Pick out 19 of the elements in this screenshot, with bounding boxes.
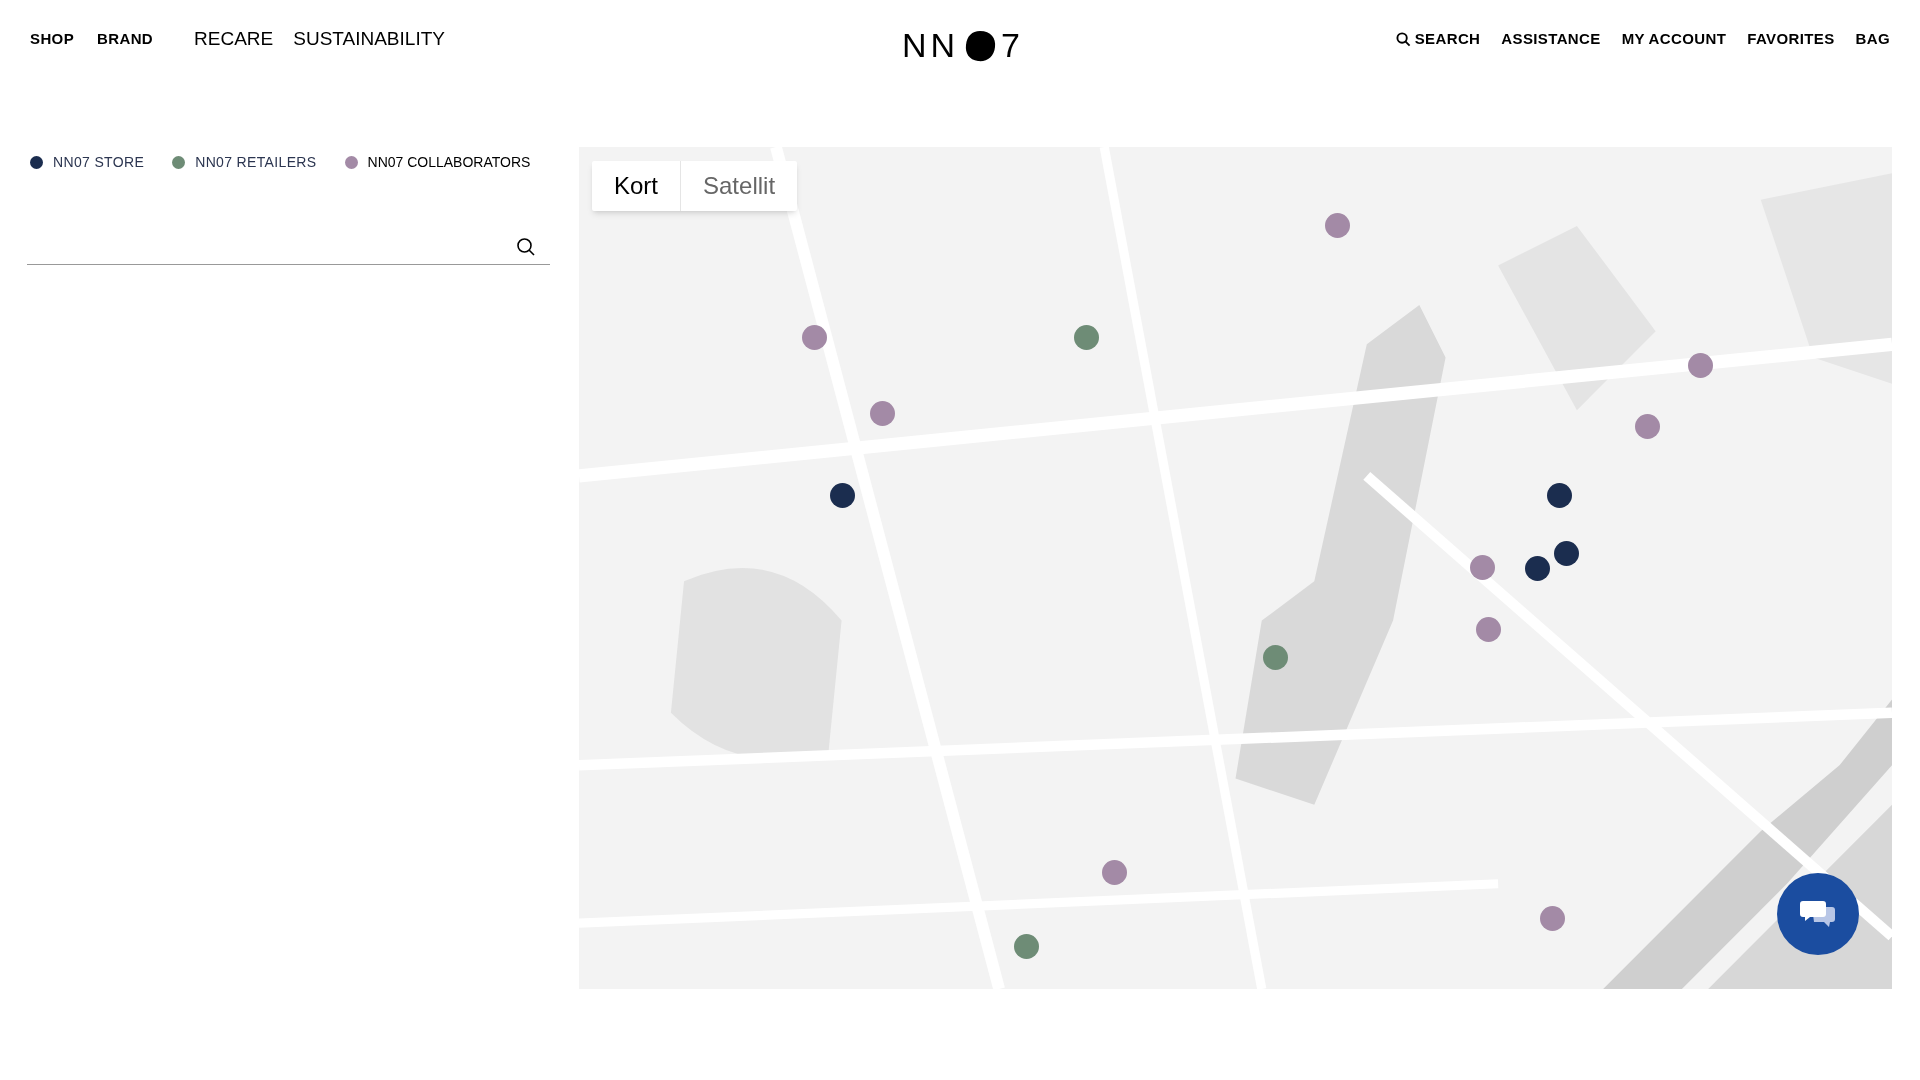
legend-filter[interactable]: NN07 STORE — [30, 152, 145, 173]
nav-link[interactable]: SHOP — [30, 27, 74, 51]
nav-link[interactable]: ASSISTANCE — [1501, 27, 1601, 51]
map-type-tab[interactable]: Kort — [592, 161, 680, 211]
nav-link[interactable]: BAG — [1855, 27, 1890, 51]
search-icon — [516, 236, 536, 257]
legend-filter[interactable]: NN07 RETAILERS — [172, 152, 317, 173]
map-type-tab[interactable]: Satellit — [680, 161, 798, 211]
legend-filter[interactable]: NN07 COLLABORATORS — [344, 152, 531, 173]
nav-link[interactable]: SEARCH — [1395, 27, 1481, 51]
nav-link[interactable]: SUSTAINABILITY — [293, 24, 445, 54]
chat-icon — [1800, 899, 1836, 929]
map[interactable]: Kort Satellit — [579, 147, 1892, 989]
logo[interactable]: NN 7 — [902, 20, 1025, 71]
nav-link[interactable]: MY ACCOUNT — [1621, 27, 1727, 51]
nav-link[interactable]: FAVORITES — [1747, 27, 1835, 51]
search-icon — [1395, 31, 1411, 47]
nav-link[interactable]: RECARE — [194, 24, 274, 54]
nav-link[interactable]: BRAND — [97, 27, 154, 51]
